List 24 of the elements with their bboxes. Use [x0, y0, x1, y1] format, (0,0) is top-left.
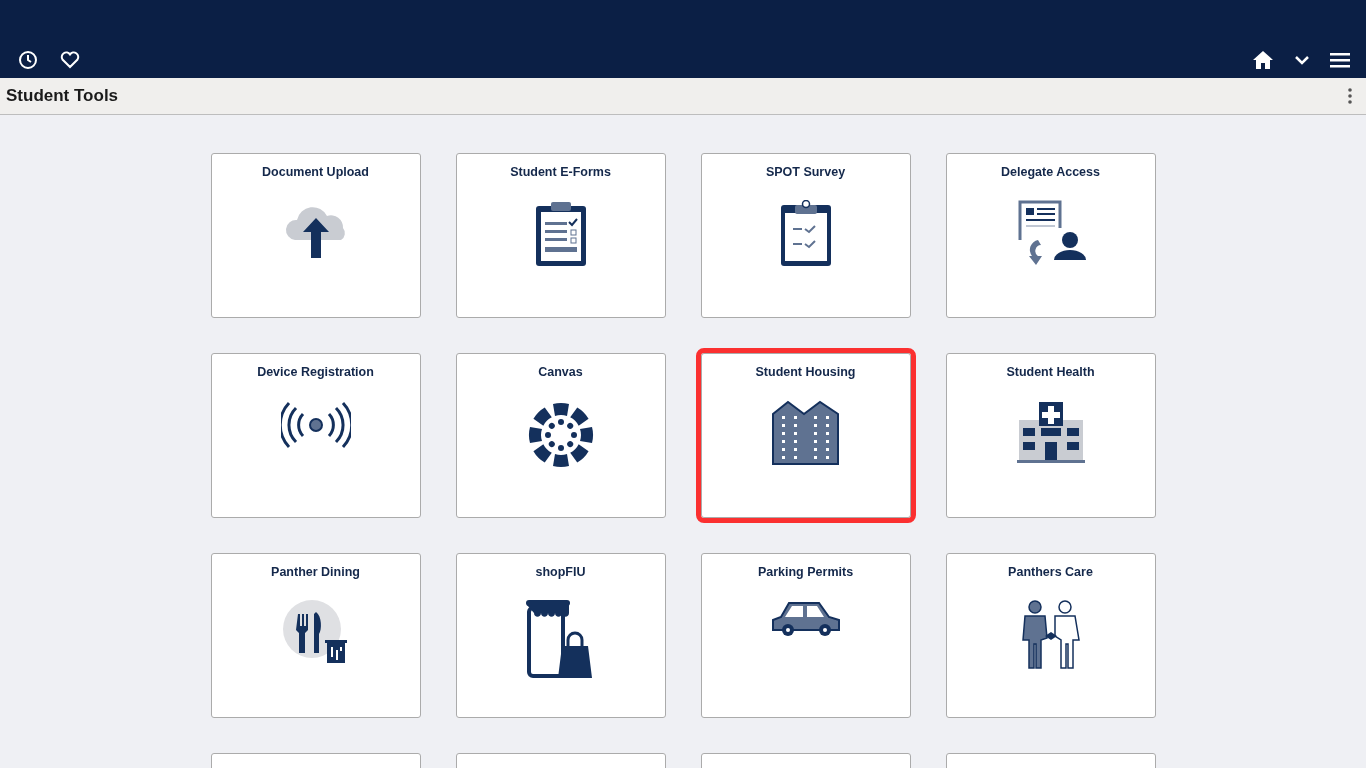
chevron-down-icon[interactable]: [1294, 55, 1310, 65]
page-title: Student Tools: [6, 85, 119, 108]
two-people-icon: [1020, 599, 1081, 670]
app-tile[interactable]: Document Upload: [210, 153, 421, 318]
app-tile[interactable]: SPOT Survey: [700, 153, 911, 318]
history-icon[interactable]: [18, 50, 38, 70]
app-tile[interactable]: Student Health: [945, 353, 1156, 518]
app-tile[interactable]: shopFIU: [455, 553, 666, 718]
hospital-icon: [1016, 399, 1085, 464]
app-tile[interactable]: Student E-Forms: [455, 153, 666, 318]
app-tile[interactable]: Parking Permits: [700, 553, 911, 718]
wireless-signal-icon: [280, 399, 351, 450]
app-tile[interactable]: Device Registration: [210, 353, 421, 518]
car-icon: [770, 599, 841, 638]
menu-icon[interactable]: [1330, 52, 1350, 68]
apartment-building-icon: [771, 399, 840, 466]
more-options-icon[interactable]: [1348, 88, 1352, 104]
dining-utensils-icon: [282, 599, 349, 666]
favorites-heart-icon[interactable]: [60, 51, 80, 69]
app-tile[interactable]: Delegate Access: [945, 153, 1156, 318]
app-tile[interactable]: Panthers Care: [945, 553, 1156, 718]
app-tile[interactable]: Canvas: [455, 353, 666, 518]
home-icon[interactable]: [1252, 50, 1274, 70]
app-tile[interactable]: Panther Dining: [210, 553, 421, 718]
